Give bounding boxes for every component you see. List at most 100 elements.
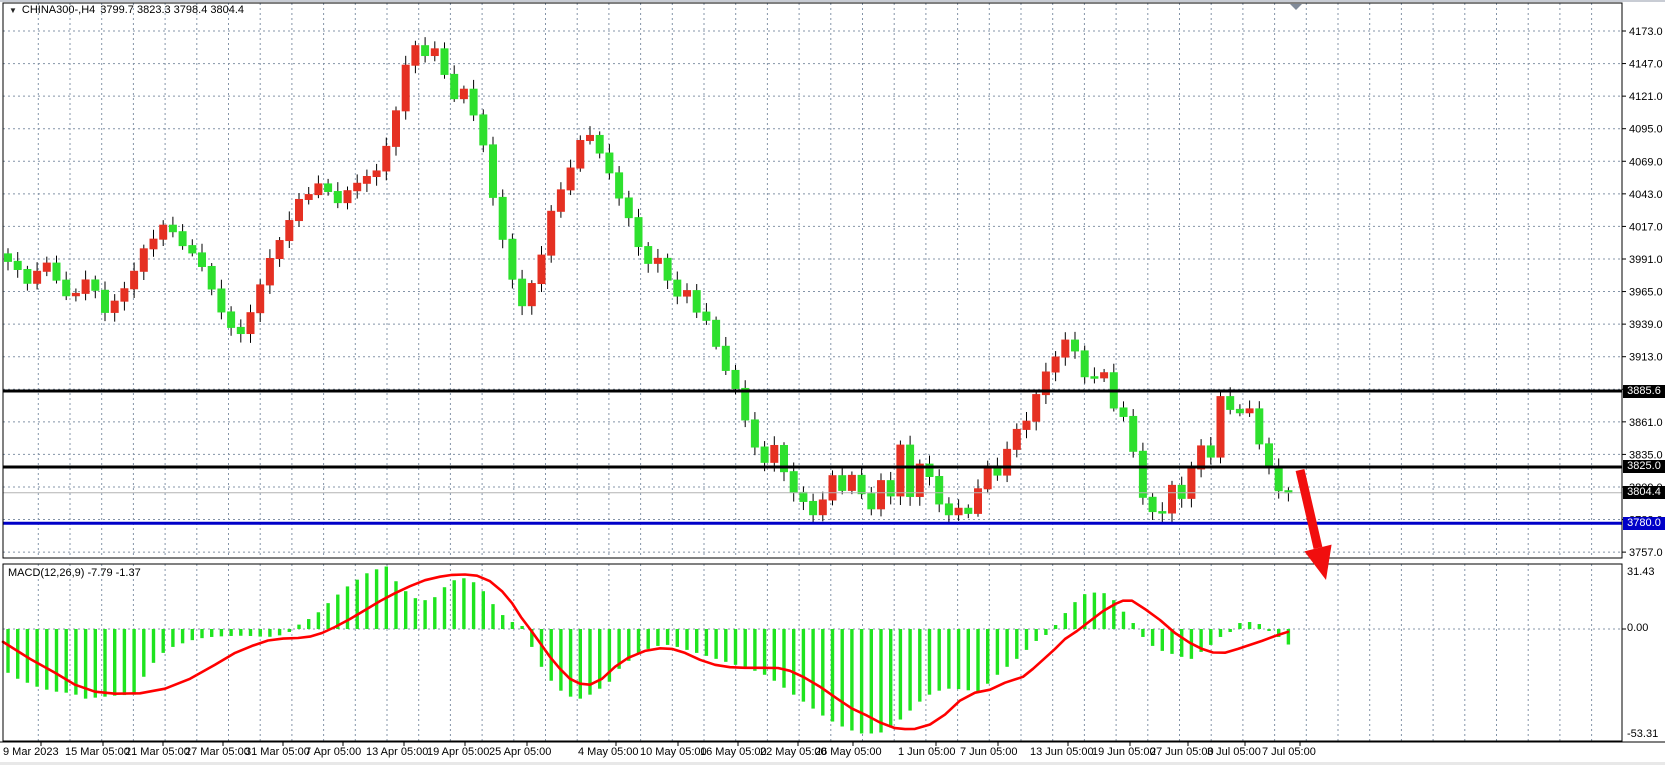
price-badge-level-3780: 3780.0 [1623,517,1665,530]
bull-candle [412,46,419,66]
price-axis-label: 3913.0 [1629,352,1663,364]
bear-candle [208,266,215,289]
price-axis-label: 3861.0 [1629,417,1663,429]
bear-candle [761,447,768,462]
macd-scale-min: -53.31 [1627,728,1658,740]
macd-histogram-bar [734,629,737,665]
bear-candle [1091,377,1098,379]
bear-candle [422,46,429,56]
window-top-edge [0,0,1665,2]
macd-histogram-bar [908,629,911,711]
bull-candle [654,258,661,263]
macd-histogram-bar [443,587,446,629]
ohlc-values: 3799.7 3823.3 3798.4 3804.4 [100,4,244,17]
bull-candle [557,190,564,211]
bull-candle [819,500,826,515]
bear-candle [1207,446,1214,457]
chart-canvas[interactable]: 4173.04147.04121.04095.04069.04043.04017… [0,0,1665,765]
macd-histogram-bar [65,629,68,693]
bear-candle [509,239,516,279]
macd-histogram-bar [1122,612,1125,629]
macd-histogram-bar [55,629,58,692]
bear-candle [751,420,758,447]
bull-candle [131,271,138,288]
symbol-period-label: CHINA300-,H4 [22,4,95,17]
price-axis-label: 3939.0 [1629,319,1663,331]
macd-histogram-bar [229,629,232,636]
macd-histogram-bar [841,629,844,727]
time-axis-label: 1 Jun 05:00 [898,746,956,758]
macd-histogram-bar [676,629,679,647]
macd-histogram-bar [938,629,941,691]
macd-histogram-bar [1064,613,1067,629]
bull-candle [1101,373,1108,378]
price-axis-label: 3757.0 [1629,547,1663,559]
bull-candle [354,183,361,190]
bear-candle [1227,397,1234,410]
time-axis-label: 7 Jul 05:00 [1262,746,1316,758]
bear-candle [664,258,671,280]
macd-histogram-bar [132,629,135,695]
macd-histogram-bar [35,629,38,687]
bear-candle [53,263,60,280]
macd-histogram-bar [1132,623,1135,629]
bear-candle [334,192,341,203]
bull-candle [393,111,400,147]
time-axis-label: 19 Apr 05:00 [427,746,489,758]
macd-histogram-bar [482,591,485,629]
bear-candle [189,246,196,253]
bear-candle [14,261,21,269]
macd-histogram-bar [511,622,514,629]
macd-histogram-bar [453,580,456,629]
bear-candle [674,280,681,296]
time-axis-label: 13 Jun 05:00 [1030,746,1094,758]
bull-candle [160,225,167,239]
bull-candle [684,291,691,296]
bull-candle [82,280,89,293]
bear-candle [169,225,176,231]
macd-histogram-bar [94,629,97,698]
bear-candle [1256,409,1263,444]
bull-candle [955,508,962,514]
bull-candle [305,195,312,200]
macd-histogram-bar [1267,629,1270,631]
bear-candle [635,218,642,247]
time-axis-label: 26 May 05:00 [815,746,882,758]
macd-values: -7.79 -1.37 [87,567,140,579]
macd-histogram-bar [433,597,436,629]
macd-histogram-bar [976,629,979,692]
bull-candle [1052,357,1059,372]
macd-histogram-bar [996,629,999,675]
bear-candle [179,232,186,246]
macd-histogram-bar [142,629,145,677]
bull-candle [276,241,283,259]
bull-candle [984,466,991,489]
bull-candle [344,191,351,203]
macd-histogram-bar [414,598,417,629]
price-axis-label: 3991.0 [1629,254,1663,266]
bull-candle [1033,395,1040,422]
bull-candle [34,271,41,283]
bear-candle [24,269,31,283]
bull-candle [121,289,128,301]
macd-histogram-bar [491,604,494,629]
bear-candle [800,492,807,501]
macd-histogram-bar [753,629,756,671]
macd-histogram-bar [666,629,669,645]
macd-histogram-bar [103,629,106,697]
macd-histogram-bar [1180,629,1183,657]
macd-histogram-bar [191,629,194,640]
time-axis-label: 13 Apr 05:00 [366,746,428,758]
bull-candle [111,301,118,312]
macd-histogram-bar [1141,629,1144,637]
macd-histogram-bar [928,629,931,695]
macd-histogram-bar [850,629,853,730]
macd-histogram-bar [1035,629,1038,641]
bull-candle [577,141,584,169]
macd-histogram-bar [123,629,126,695]
bear-candle [606,153,613,173]
bear-candle [325,184,332,192]
bull-candle [528,284,535,306]
bear-candle [1236,409,1243,412]
symbol-dropdown-icon[interactable]: ▼ [9,4,17,17]
